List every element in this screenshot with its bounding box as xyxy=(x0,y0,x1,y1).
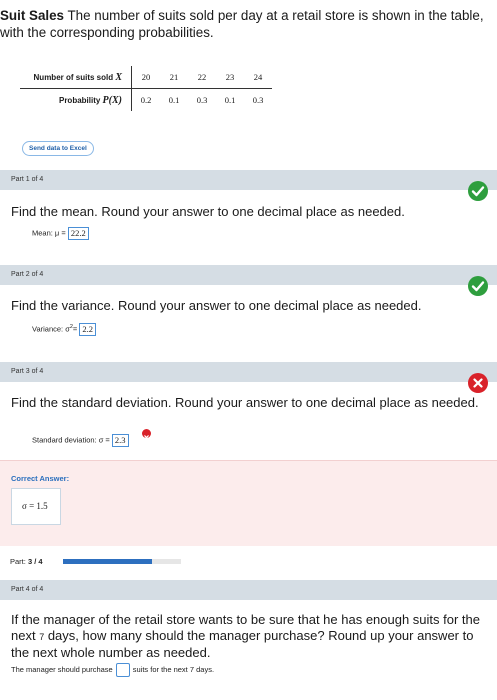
problem-intro: Suit Sales The number of suits sold per … xyxy=(0,7,492,41)
question-text: If the manager of the retail store wants… xyxy=(11,612,481,660)
x-value: 23 xyxy=(216,66,244,89)
part-label: Part 1 of 4 xyxy=(11,176,44,183)
problem-text: The number of suits sold per day at a re… xyxy=(0,8,484,40)
part-4-header: Part 4 of 4 xyxy=(0,580,497,600)
correct-answer-value: σ = 1.5 xyxy=(22,501,48,511)
progress-label: Part: 3 / 4 xyxy=(10,557,43,566)
part-label: Part 2 of 4 xyxy=(11,271,44,278)
send-to-excel-button[interactable]: Send data to Excel xyxy=(22,141,94,156)
part-3-header: Part 3 of 4 xyxy=(0,362,497,382)
table-row-x: Number of suits sold X 20 21 22 23 24 xyxy=(20,66,272,89)
variance-answer-field[interactable]: 2.2 xyxy=(79,323,97,336)
question-text: Find the mean. Round your answer to one … xyxy=(11,204,405,219)
question-text: Find the standard deviation. Round your … xyxy=(11,395,479,410)
answer-line: The manager should purchase suits for the… xyxy=(11,663,214,677)
table-row-p: Probability P(X) 0.2 0.1 0.3 0.1 0.3 xyxy=(20,88,272,111)
answer-line: Mean: μ = 22.2 xyxy=(32,227,89,240)
part-label: Part 3 of 4 xyxy=(11,368,44,375)
progress-fill xyxy=(63,559,152,564)
part-1-header: Part 1 of 4 xyxy=(0,170,497,190)
correct-answer-title: Correct Answer: xyxy=(11,474,70,483)
p-value: 0.2 xyxy=(140,95,152,105)
table-row-header: Probability P(X) xyxy=(20,88,132,111)
p-value: 0.1 xyxy=(168,95,180,105)
x-value: 22 xyxy=(188,66,216,89)
x-value: 21 xyxy=(160,66,188,89)
correct-check-icon xyxy=(468,181,488,201)
p-value: 0.3 xyxy=(252,95,264,105)
part-2-header: Part 2 of 4 xyxy=(0,265,497,285)
x-value: 24 xyxy=(244,66,272,89)
x-value: 20 xyxy=(131,66,160,89)
mean-answer-field[interactable]: 22.2 xyxy=(67,227,89,240)
p-value: 0.3 xyxy=(196,95,208,105)
p-value: 0.1 xyxy=(224,95,236,105)
problem-title: Suit Sales xyxy=(0,8,65,23)
std-dev-answer-field[interactable]: 2.3 xyxy=(111,434,129,447)
incorrect-mark-icon xyxy=(142,429,151,440)
table-row-header: Number of suits sold X xyxy=(20,66,132,89)
part-label: Part 4 of 4 xyxy=(11,586,44,593)
answer-line: Standard deviation: σ = 2.3 xyxy=(32,434,129,447)
probability-table: Number of suits sold X 20 21 22 23 24 Pr… xyxy=(20,66,272,111)
answer-line: Variance: σ2= 2.2 xyxy=(32,323,97,336)
question-text: Find the variance. Round your answer to … xyxy=(11,298,422,313)
correct-check-icon xyxy=(468,276,488,296)
suits-answer-field[interactable] xyxy=(115,663,130,677)
incorrect-x-icon xyxy=(468,373,488,393)
correct-answer-panel xyxy=(0,460,497,546)
